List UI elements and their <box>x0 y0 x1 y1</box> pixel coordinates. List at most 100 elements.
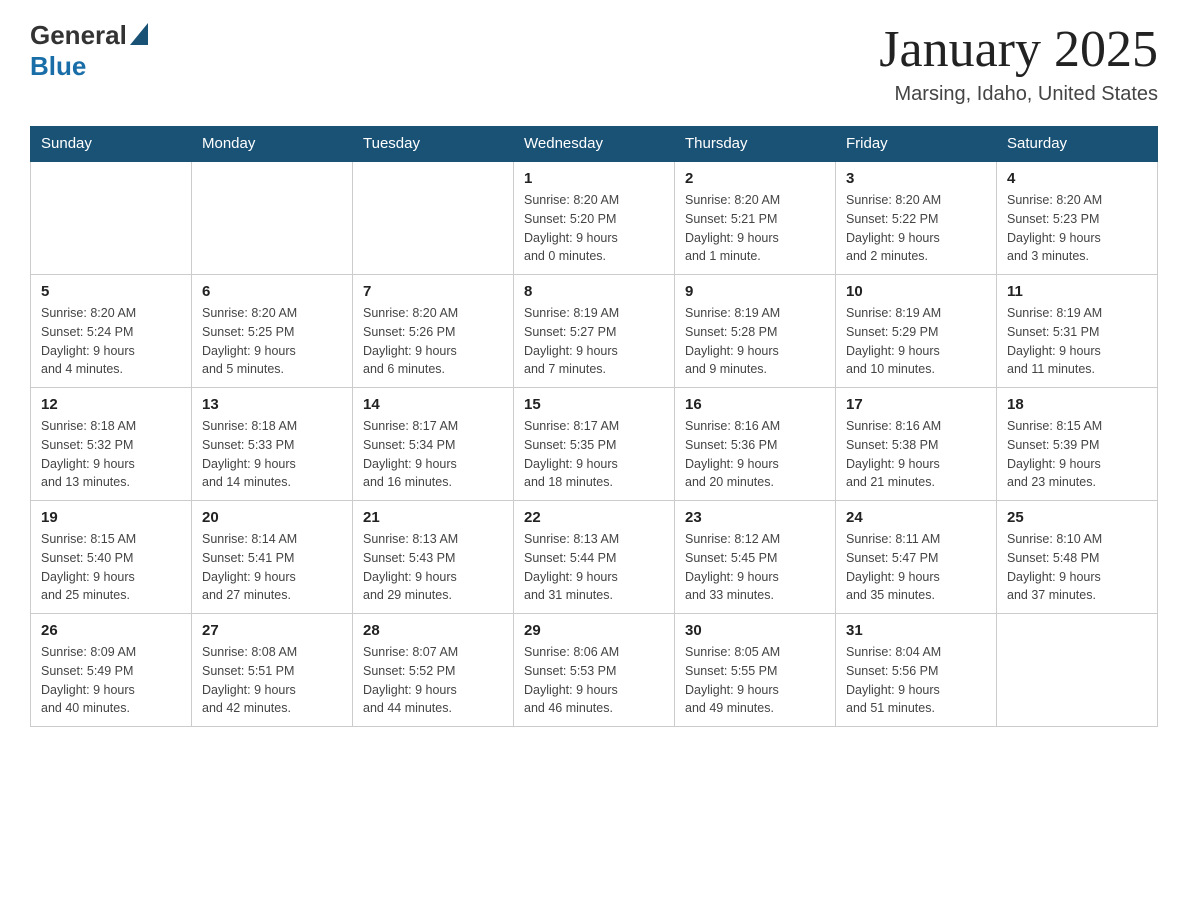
day-cell: 26 Sunrise: 8:09 AMSunset: 5:49 PMDayligh… <box>31 614 192 727</box>
day-number: 18 <box>1007 396 1147 413</box>
day-info: Sunrise: 8:10 AMSunset: 5:48 PMDaylight:… <box>1007 530 1147 605</box>
day-info: Sunrise: 8:18 AMSunset: 5:32 PMDaylight:… <box>41 417 181 492</box>
calendar-title: January 2025 <box>879 20 1158 79</box>
day-cell: 19 Sunrise: 8:15 AMSunset: 5:40 PMDayligh… <box>31 501 192 614</box>
day-info: Sunrise: 8:12 AMSunset: 5:45 PMDaylight:… <box>685 530 825 605</box>
day-cell <box>997 614 1158 727</box>
day-number: 24 <box>846 509 986 526</box>
week-row-5: 26 Sunrise: 8:09 AMSunset: 5:49 PMDayligh… <box>31 614 1158 727</box>
day-cell: 14Sunrise: 8:17 AMSunset: 5:34 PMDayligh… <box>353 388 514 501</box>
day-number: 28 <box>363 622 503 639</box>
week-row-2: 5Sunrise: 8:20 AMSunset: 5:24 PMDaylight… <box>31 275 1158 388</box>
day-info: Sunrise: 8:20 AMSunset: 5:23 PMDaylight:… <box>1007 191 1147 266</box>
day-info: Sunrise: 8:20 AMSunset: 5:21 PMDaylight:… <box>685 191 825 266</box>
day-cell: 30 Sunrise: 8:05 AMSunset: 5:55 PMDayligh… <box>675 614 836 727</box>
day-info: Sunrise: 8:20 AMSunset: 5:24 PMDaylight:… <box>41 304 181 379</box>
day-cell: 5Sunrise: 8:20 AMSunset: 5:24 PMDaylight… <box>31 275 192 388</box>
day-number: 7 <box>363 283 503 300</box>
day-cell: 4 Sunrise: 8:20 AMSunset: 5:23 PMDaylight… <box>997 161 1158 275</box>
day-number: 19 <box>41 509 181 526</box>
header-cell-wednesday: Wednesday <box>514 127 675 162</box>
day-number: 16 <box>685 396 825 413</box>
day-number: 14 <box>363 396 503 413</box>
page-header: General Blue January 2025 Marsing, Idaho… <box>30 20 1158 106</box>
day-info: Sunrise: 8:20 AMSunset: 5:26 PMDaylight:… <box>363 304 503 379</box>
day-info: Sunrise: 8:20 AMSunset: 5:20 PMDaylight:… <box>524 191 664 266</box>
day-info: Sunrise: 8:06 AMSunset: 5:53 PMDaylight:… <box>524 643 664 718</box>
header-cell-thursday: Thursday <box>675 127 836 162</box>
day-cell: 23 Sunrise: 8:12 AMSunset: 5:45 PMDayligh… <box>675 501 836 614</box>
day-cell: 31 Sunrise: 8:04 AMSunset: 5:56 PMDayligh… <box>836 614 997 727</box>
day-cell: 9 Sunrise: 8:19 AMSunset: 5:28 PMDaylight… <box>675 275 836 388</box>
day-number: 13 <box>202 396 342 413</box>
day-number: 10 <box>846 283 986 300</box>
day-cell: 28 Sunrise: 8:07 AMSunset: 5:52 PMDayligh… <box>353 614 514 727</box>
day-cell: 25 Sunrise: 8:10 AMSunset: 5:48 PMDayligh… <box>997 501 1158 614</box>
day-number: 30 <box>685 622 825 639</box>
day-info: Sunrise: 8:09 AMSunset: 5:49 PMDaylight:… <box>41 643 181 718</box>
day-number: 27 <box>202 622 342 639</box>
week-row-3: 12Sunrise: 8:18 AMSunset: 5:32 PMDayligh… <box>31 388 1158 501</box>
day-number: 15 <box>524 396 664 413</box>
day-number: 2 <box>685 170 825 187</box>
day-number: 17 <box>846 396 986 413</box>
day-cell: 12Sunrise: 8:18 AMSunset: 5:32 PMDayligh… <box>31 388 192 501</box>
day-number: 3 <box>846 170 986 187</box>
day-cell: 1 Sunrise: 8:20 AMSunset: 5:20 PMDaylight… <box>514 161 675 275</box>
day-info: Sunrise: 8:20 AMSunset: 5:25 PMDaylight:… <box>202 304 342 379</box>
day-info: Sunrise: 8:05 AMSunset: 5:55 PMDaylight:… <box>685 643 825 718</box>
title-area: January 2025 Marsing, Idaho, United Stat… <box>879 20 1158 106</box>
logo-blue-text: Blue <box>30 51 86 82</box>
day-info: Sunrise: 8:18 AMSunset: 5:33 PMDaylight:… <box>202 417 342 492</box>
day-cell: 16 Sunrise: 8:16 AMSunset: 5:36 PMDayligh… <box>675 388 836 501</box>
day-number: 31 <box>846 622 986 639</box>
day-number: 25 <box>1007 509 1147 526</box>
day-number: 29 <box>524 622 664 639</box>
day-cell: 15 Sunrise: 8:17 AMSunset: 5:35 PMDayligh… <box>514 388 675 501</box>
day-info: Sunrise: 8:11 AMSunset: 5:47 PMDaylight:… <box>846 530 986 605</box>
day-number: 26 <box>41 622 181 639</box>
day-number: 1 <box>524 170 664 187</box>
day-info: Sunrise: 8:15 AMSunset: 5:40 PMDaylight:… <box>41 530 181 605</box>
day-info: Sunrise: 8:19 AMSunset: 5:31 PMDaylight:… <box>1007 304 1147 379</box>
header-cell-sunday: Sunday <box>31 127 192 162</box>
day-cell: 3 Sunrise: 8:20 AMSunset: 5:22 PMDaylight… <box>836 161 997 275</box>
week-row-4: 19 Sunrise: 8:15 AMSunset: 5:40 PMDayligh… <box>31 501 1158 614</box>
day-number: 4 <box>1007 170 1147 187</box>
day-cell: 18 Sunrise: 8:15 AMSunset: 5:39 PMDayligh… <box>997 388 1158 501</box>
day-cell: 20Sunrise: 8:14 AMSunset: 5:41 PMDayligh… <box>192 501 353 614</box>
day-info: Sunrise: 8:15 AMSunset: 5:39 PMDaylight:… <box>1007 417 1147 492</box>
day-number: 23 <box>685 509 825 526</box>
day-cell: 6 Sunrise: 8:20 AMSunset: 5:25 PMDaylight… <box>192 275 353 388</box>
day-cell: 10 Sunrise: 8:19 AMSunset: 5:29 PMDayligh… <box>836 275 997 388</box>
logo-triangle-icon <box>130 23 148 45</box>
header-row: SundayMondayTuesdayWednesdayThursdayFrid… <box>31 127 1158 162</box>
day-number: 21 <box>363 509 503 526</box>
header-cell-monday: Monday <box>192 127 353 162</box>
day-info: Sunrise: 8:07 AMSunset: 5:52 PMDaylight:… <box>363 643 503 718</box>
day-cell: 27 Sunrise: 8:08 AMSunset: 5:51 PMDayligh… <box>192 614 353 727</box>
day-info: Sunrise: 8:08 AMSunset: 5:51 PMDaylight:… <box>202 643 342 718</box>
day-cell: 24 Sunrise: 8:11 AMSunset: 5:47 PMDayligh… <box>836 501 997 614</box>
day-info: Sunrise: 8:19 AMSunset: 5:29 PMDaylight:… <box>846 304 986 379</box>
day-info: Sunrise: 8:16 AMSunset: 5:36 PMDaylight:… <box>685 417 825 492</box>
day-number: 22 <box>524 509 664 526</box>
day-cell: 22Sunrise: 8:13 AMSunset: 5:44 PMDayligh… <box>514 501 675 614</box>
day-cell: 29 Sunrise: 8:06 AMSunset: 5:53 PMDayligh… <box>514 614 675 727</box>
day-info: Sunrise: 8:17 AMSunset: 5:35 PMDaylight:… <box>524 417 664 492</box>
calendar-subtitle: Marsing, Idaho, United States <box>879 83 1158 106</box>
day-number: 6 <box>202 283 342 300</box>
week-row-1: 1 Sunrise: 8:20 AMSunset: 5:20 PMDaylight… <box>31 161 1158 275</box>
day-info: Sunrise: 8:19 AMSunset: 5:27 PMDaylight:… <box>524 304 664 379</box>
day-info: Sunrise: 8:20 AMSunset: 5:22 PMDaylight:… <box>846 191 986 266</box>
day-info: Sunrise: 8:19 AMSunset: 5:28 PMDaylight:… <box>685 304 825 379</box>
day-info: Sunrise: 8:14 AMSunset: 5:41 PMDaylight:… <box>202 530 342 605</box>
logo-general-text: General <box>30 20 127 51</box>
day-number: 9 <box>685 283 825 300</box>
day-cell: 7 Sunrise: 8:20 AMSunset: 5:26 PMDaylight… <box>353 275 514 388</box>
day-info: Sunrise: 8:04 AMSunset: 5:56 PMDaylight:… <box>846 643 986 718</box>
day-cell: 17Sunrise: 8:16 AMSunset: 5:38 PMDayligh… <box>836 388 997 501</box>
calendar-table: SundayMondayTuesdayWednesdayThursdayFrid… <box>30 126 1158 727</box>
day-number: 8 <box>524 283 664 300</box>
day-cell <box>353 161 514 275</box>
